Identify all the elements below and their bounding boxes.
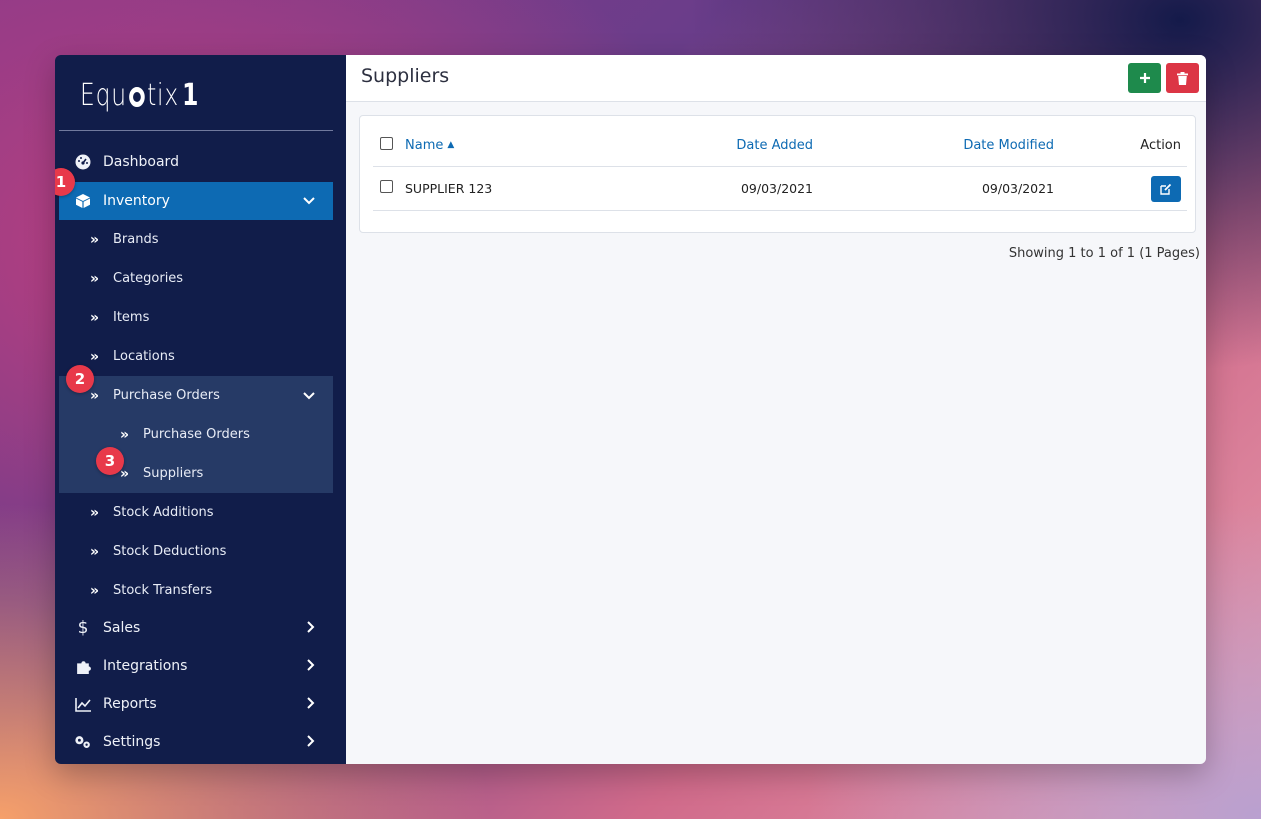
sidebar: Equtix1 Dashboard Inventory » Brands »: [55, 55, 346, 764]
double-chevron-right-icon: »: [90, 309, 99, 326]
column-header-name-label: Name: [405, 138, 444, 153]
sidebar-item-inventory[interactable]: Inventory: [59, 182, 333, 220]
logo-text-start: Equ: [80, 77, 127, 113]
select-all-checkbox[interactable]: [380, 137, 393, 150]
logo-text-mid: tix: [147, 77, 179, 113]
sidebar-item-dashboard[interactable]: Dashboard: [59, 143, 333, 181]
sidebar-item-stock-additions[interactable]: » Stock Additions: [59, 493, 333, 532]
sidebar-item-label: Stock Deductions: [113, 544, 227, 559]
row-checkbox[interactable]: [380, 180, 393, 193]
app-logo[interactable]: Equ tix 1: [80, 75, 199, 115]
table-header: Name ▲ Date Added Date Modified Action: [373, 123, 1187, 167]
double-chevron-right-icon: »: [90, 582, 99, 599]
table-row: SUPPLIER 123 09/03/2021 09/03/2021: [373, 167, 1187, 211]
suppliers-table-card: Name ▲ Date Added Date Modified Action SU…: [359, 115, 1196, 233]
chevron-down-icon: [303, 389, 315, 403]
sidebar-item-brands[interactable]: » Brands: [59, 220, 333, 259]
delete-button[interactable]: [1166, 63, 1199, 93]
sidebar-item-label: Dashboard: [103, 154, 179, 170]
cell-name: SUPPLIER 123: [405, 181, 493, 196]
sidebar-item-label: Items: [113, 310, 150, 325]
step-badge-3: 3: [96, 447, 124, 475]
sidebar-item-stock-deductions[interactable]: » Stock Deductions: [59, 532, 333, 571]
trash-icon: [1177, 71, 1188, 85]
sidebar-item-settings[interactable]: Settings: [59, 723, 333, 761]
sidebar-item-label: Settings: [103, 734, 161, 750]
gears-icon: [74, 733, 92, 751]
double-chevron-right-icon: »: [90, 348, 99, 365]
sidebar-item-label: Categories: [113, 271, 184, 286]
sidebar-item-label: Suppliers: [143, 466, 204, 481]
sidebar-item-label: Stock Transfers: [113, 583, 213, 598]
chevron-right-icon: [307, 658, 315, 674]
double-chevron-right-icon: »: [90, 270, 99, 287]
column-header-date-modified[interactable]: Date Modified: [963, 138, 1054, 153]
sidebar-item-items[interactable]: » Items: [59, 298, 333, 337]
dollar-icon: $: [77, 618, 89, 638]
main-content: Suppliers Name ▲ Date Added Date Modified…: [346, 55, 1206, 764]
sidebar-item-purchase-orders[interactable]: » Purchase Orders: [59, 415, 333, 454]
page-title: Suppliers: [361, 65, 450, 87]
double-chevron-right-icon: »: [90, 504, 99, 521]
sidebar-item-label: Sales: [103, 620, 141, 636]
box-icon: [74, 192, 92, 210]
column-header-date-added[interactable]: Date Added: [736, 138, 813, 153]
sidebar-item-label: Integrations: [103, 658, 188, 674]
sidebar-item-label: Locations: [113, 349, 175, 364]
sidebar-item-sales[interactable]: $ Sales: [59, 609, 333, 647]
step-badge-2: 2: [66, 365, 94, 393]
chevron-down-icon: [303, 194, 315, 208]
logo-ring-icon: [129, 87, 145, 107]
chevron-right-icon: [307, 734, 315, 750]
sort-asc-icon: ▲: [447, 140, 455, 150]
column-header-name[interactable]: Name ▲: [405, 138, 454, 153]
double-chevron-right-icon: »: [120, 426, 129, 443]
sidebar-item-integrations[interactable]: Integrations: [59, 647, 333, 685]
chevron-right-icon: [307, 620, 315, 636]
line-chart-icon: [74, 695, 92, 713]
sidebar-item-purchase-orders-group[interactable]: » Purchase Orders: [59, 376, 333, 415]
plus-icon: [1139, 73, 1150, 83]
pagination-info: Showing 1 to 1 of 1 (1 Pages): [1008, 246, 1200, 261]
page-header: Suppliers: [346, 55, 1206, 102]
gauge-icon: [74, 153, 92, 171]
sidebar-item-label: Inventory: [103, 193, 170, 209]
chevron-right-icon: [307, 696, 315, 712]
sidebar-item-label: Purchase Orders: [143, 427, 250, 442]
cell-date-modified: 09/03/2021: [981, 181, 1054, 196]
edit-icon: [1160, 183, 1172, 195]
sidebar-item-label: Purchase Orders: [113, 388, 220, 403]
column-header-action: Action: [1140, 138, 1181, 153]
puzzle-icon: [74, 657, 92, 675]
double-chevron-right-icon: »: [90, 231, 99, 248]
sidebar-item-reports[interactable]: Reports: [59, 685, 333, 723]
double-chevron-right-icon: »: [90, 543, 99, 560]
cell-date-added: 09/03/2021: [740, 181, 813, 196]
sidebar-item-stock-transfers[interactable]: » Stock Transfers: [59, 571, 333, 610]
sidebar-item-label: Brands: [113, 232, 159, 247]
logo-text-end: 1: [182, 77, 200, 113]
app-window: Equtix1 Dashboard Inventory » Brands »: [55, 55, 1206, 764]
sidebar-item-label: Reports: [103, 696, 157, 712]
sidebar-item-locations[interactable]: » Locations: [59, 337, 333, 376]
sidebar-item-label: Stock Additions: [113, 505, 214, 520]
add-button[interactable]: [1128, 63, 1161, 93]
logo-divider: [59, 130, 333, 131]
sidebar-item-categories[interactable]: » Categories: [59, 259, 333, 298]
edit-button[interactable]: [1151, 176, 1181, 202]
double-chevron-right-icon: »: [90, 387, 99, 404]
